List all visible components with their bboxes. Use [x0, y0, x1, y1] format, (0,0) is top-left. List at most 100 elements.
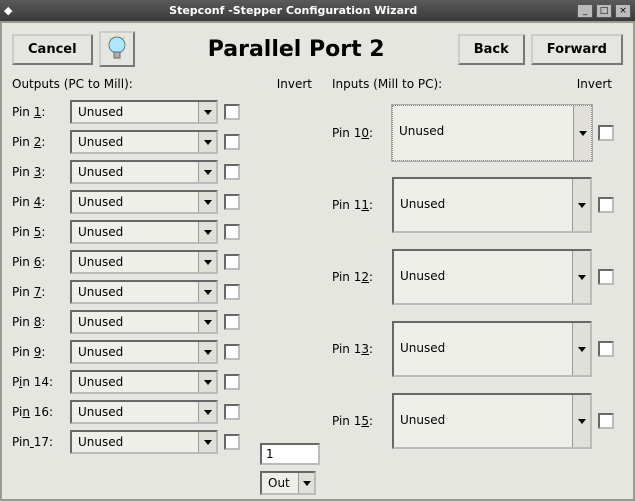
forward-button[interactable]: Forward: [531, 34, 623, 65]
inputs-column: Inputs (Mill to PC): Invert Pin 10: Unuse…: [332, 77, 614, 457]
output-pin-row: Pin 3: Unused: [12, 157, 312, 187]
output-invert-checkbox[interactable]: [224, 314, 240, 330]
input-pin-combo[interactable]: Unused: [392, 105, 592, 161]
cancel-button[interactable]: Cancel: [12, 34, 93, 65]
output-invert-checkbox[interactable]: [224, 374, 240, 390]
output-invert-checkbox[interactable]: [224, 284, 240, 300]
output-pin-value: Unused: [72, 432, 198, 452]
output-pin-row: Pin 4:Unused: [12, 187, 312, 217]
input-pin-combo[interactable]: Unused: [392, 177, 592, 233]
output-pin-combo[interactable]: Unused: [70, 430, 218, 454]
pin-label: Pin 2:: [12, 135, 64, 149]
chevron-down-icon: [198, 252, 216, 272]
input-pin-combo[interactable]: Unused: [392, 393, 592, 449]
pin-label: Pin 6:: [12, 255, 64, 269]
chevron-down-icon: [198, 192, 216, 212]
output-invert-checkbox[interactable]: [224, 434, 240, 450]
input-pin-combo[interactable]: Unused: [392, 249, 592, 305]
output-pin-combo[interactable]: Unused: [70, 250, 218, 274]
chevron-down-icon: [198, 222, 216, 242]
titlebar: ◆ Stepconf -Stepper Configuration Wizard…: [0, 0, 635, 21]
maximize-button[interactable]: □: [596, 4, 612, 18]
output-invert-checkbox[interactable]: [224, 194, 240, 210]
output-pin-row: Pin 9:Unused: [12, 337, 312, 367]
content-area: Outputs (PC to Mill): Invert Pin 1:Unuse…: [2, 73, 633, 467]
chevron-down-icon: [198, 372, 216, 392]
input-pin-row: Pin 12: Unused: [332, 241, 614, 313]
input-invert-checkbox[interactable]: [598, 269, 614, 285]
minimize-button[interactable]: _: [577, 4, 593, 18]
output-pin-value: Unused: [72, 132, 198, 152]
output-invert-checkbox[interactable]: [224, 344, 240, 360]
output-pin-row: Pin 1:Unused: [12, 97, 312, 127]
input-invert-checkbox[interactable]: [598, 125, 614, 141]
pin-label: Pin 10:: [332, 126, 386, 140]
output-pin-value: Unused: [72, 252, 198, 272]
outputs-invert-label: Invert: [272, 77, 312, 91]
port-mode-combo[interactable]: Out: [260, 471, 316, 495]
input-pin-combo[interactable]: Unused: [392, 321, 592, 377]
output-invert-checkbox[interactable]: [224, 134, 240, 150]
output-pin-combo[interactable]: Unused: [70, 220, 218, 244]
output-pin-row: Pin 16: Unused: [12, 397, 312, 427]
pin-label: Pin 13:: [332, 342, 386, 356]
hint-bulb-button[interactable]: [99, 31, 135, 67]
output-pin-combo[interactable]: Unused: [70, 190, 218, 214]
chevron-down-icon: [572, 323, 590, 375]
output-pin-row: Pin 5:Unused: [12, 217, 312, 247]
top-toolbar: Cancel Parallel Port 2 Back Forward: [2, 23, 633, 73]
window-title: Stepconf -Stepper Configuration Wizard: [12, 4, 574, 17]
output-pin-row: Pin 7: Unused: [12, 277, 312, 307]
output-invert-checkbox[interactable]: [224, 254, 240, 270]
output-invert-checkbox[interactable]: [224, 224, 240, 240]
input-invert-checkbox[interactable]: [598, 413, 614, 429]
output-pin-combo[interactable]: Unused: [70, 280, 218, 304]
output-pin-combo[interactable]: Unused: [70, 400, 218, 424]
output-pin-combo[interactable]: Unused: [70, 370, 218, 394]
output-pin-combo[interactable]: Unused: [70, 160, 218, 184]
pin-label: Pin 14:: [12, 375, 64, 389]
output-pin-value: Unused: [72, 372, 198, 392]
inputs-label: Inputs (Mill to PC):: [332, 77, 572, 91]
chevron-down-icon: [198, 162, 216, 182]
input-invert-checkbox[interactable]: [598, 197, 614, 213]
output-pin-combo[interactable]: Unused: [70, 130, 218, 154]
pin-label: Pin 16:: [12, 405, 64, 419]
back-button[interactable]: Back: [458, 34, 525, 65]
output-pin-value: Unused: [72, 342, 198, 362]
chevron-down-icon: [198, 132, 216, 152]
input-pin-value: Unused: [393, 106, 573, 160]
output-invert-checkbox[interactable]: [224, 164, 240, 180]
pin-label: Pin 15:: [332, 414, 386, 428]
input-pin-value: Unused: [394, 179, 572, 231]
output-pin-combo[interactable]: Unused: [70, 340, 218, 364]
pin-label: Pin 12:: [332, 270, 386, 284]
input-pin-value: Unused: [394, 251, 572, 303]
pin-label: Pin 8:: [12, 315, 64, 329]
chevron-down-icon: [298, 473, 314, 493]
inputs-header: Inputs (Mill to PC): Invert: [332, 77, 612, 91]
chevron-down-icon: [198, 432, 216, 452]
port-number-input[interactable]: 1: [260, 443, 320, 465]
pin-label: Pin 11:: [332, 198, 386, 212]
close-button[interactable]: ×: [615, 4, 631, 18]
output-invert-checkbox[interactable]: [224, 404, 240, 420]
input-pin-row: Pin 10: Unused: [332, 97, 614, 169]
pin-label: Pin 7:: [12, 285, 64, 299]
chevron-down-icon: [573, 106, 591, 160]
output-invert-checkbox[interactable]: [224, 104, 240, 120]
output-pin-combo[interactable]: Unused: [70, 310, 218, 334]
output-pin-row: Pin 6: Unused: [12, 247, 312, 277]
output-pin-value: Unused: [72, 162, 198, 182]
input-pin-row: Pin 13: Unused: [332, 313, 614, 385]
input-invert-checkbox[interactable]: [598, 341, 614, 357]
chevron-down-icon: [198, 402, 216, 422]
pin-label: Pin 3:: [12, 165, 64, 179]
output-pin-row: Pin 2: Unused: [12, 127, 312, 157]
output-pin-combo[interactable]: Unused: [70, 100, 218, 124]
lightbulb-icon: [105, 35, 129, 63]
app-icon: ◆: [4, 4, 12, 17]
output-pin-row: Pin 8: Unused: [12, 307, 312, 337]
output-pin-value: Unused: [72, 192, 198, 212]
output-pin-value: Unused: [72, 312, 198, 332]
